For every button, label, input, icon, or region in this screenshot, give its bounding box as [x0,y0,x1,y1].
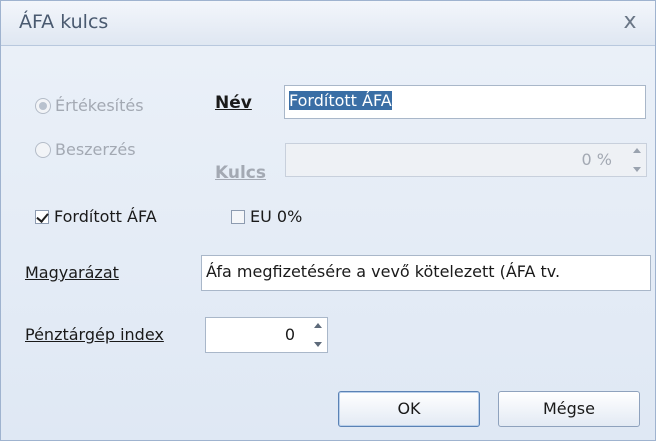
explanation-input-value: Áfa megfizetésére a vevő kötelezett (ÁFA… [206,262,561,281]
name-label: Név [215,93,252,113]
radio-purchase-indicator[interactable] [35,141,51,158]
rate-value: 0 % [581,150,612,169]
reverse-vat-label: Fordított ÁFA [54,207,157,226]
radio-purchase[interactable]: Beszerzés [35,140,136,159]
rate-spinner[interactable]: 0 % [285,143,647,177]
eu-zero-checkbox[interactable]: EU 0% [231,207,302,226]
ok-button[interactable]: OK [338,391,480,427]
explanation-label: Magyarázat [25,263,119,282]
register-index-spinner[interactable]: 0 [205,317,328,353]
spin-down-icon[interactable] [633,167,641,172]
radio-sales-label: Értékesítés [55,96,144,115]
radio-sales[interactable]: Értékesítés [35,96,144,115]
title-bar: ÁFA kulcs x [1,1,655,46]
close-icon[interactable]: x [615,7,645,37]
spinner-arrows-icon[interactable] [313,323,323,347]
explanation-input[interactable]: Áfa megfizetésére a vevő kötelezett (ÁFA… [201,255,651,291]
radio-purchase-label: Beszerzés [55,140,136,159]
dialog-title: ÁFA kulcs [19,11,109,33]
register-index-label: Pénztárgép index [25,325,164,344]
check-icon [36,209,49,223]
register-index-value: 0 [284,325,295,344]
spinner-arrows-icon[interactable] [632,148,642,172]
cancel-button[interactable]: Mégse [498,391,640,427]
reverse-vat-checkbox[interactable]: Fordított ÁFA [35,207,157,226]
vat-rate-dialog: ÁFA kulcs x Értékesítés Beszerzés Név Fo… [0,0,656,441]
spin-up-icon[interactable] [314,323,322,328]
name-input[interactable]: Fordított ÁFA [284,85,646,119]
register-index-label-text: Pénztárgép index [25,325,164,344]
reverse-vat-checkbox-box[interactable] [35,209,49,224]
rate-label: Kulcs [215,163,266,183]
eu-zero-label: EU 0% [250,207,303,226]
explanation-label-text: Magyarázat [25,263,119,282]
name-input-value: Fordított ÁFA [289,91,392,110]
radio-sales-indicator[interactable] [35,97,51,114]
spin-up-icon[interactable] [633,148,641,153]
spin-down-icon[interactable] [314,342,322,347]
eu-zero-checkbox-box[interactable] [231,209,245,224]
